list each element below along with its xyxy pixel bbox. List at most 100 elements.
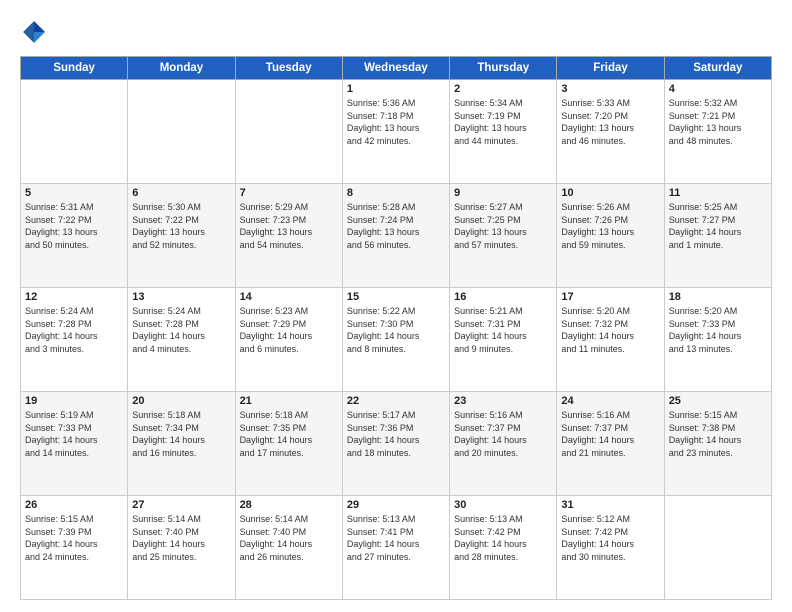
cell-info: Sunrise: 5:18 AMSunset: 7:34 PMDaylight:…	[132, 409, 230, 459]
calendar-cell	[21, 80, 128, 184]
calendar-cell: 13 Sunrise: 5:24 AMSunset: 7:28 PMDayligh…	[128, 288, 235, 392]
day-number: 21	[240, 395, 338, 407]
calendar-cell: 12 Sunrise: 5:24 AMSunset: 7:28 PMDayligh…	[21, 288, 128, 392]
day-number: 14	[240, 291, 338, 303]
cell-info: Sunrise: 5:30 AMSunset: 7:22 PMDaylight:…	[132, 201, 230, 251]
day-header-saturday: Saturday	[664, 57, 771, 80]
day-number: 26	[25, 499, 123, 511]
day-number: 1	[347, 83, 445, 95]
calendar-cell: 4 Sunrise: 5:32 AMSunset: 7:21 PMDaylight…	[664, 80, 771, 184]
day-number: 24	[561, 395, 659, 407]
day-header-thursday: Thursday	[450, 57, 557, 80]
cell-info: Sunrise: 5:16 AMSunset: 7:37 PMDaylight:…	[561, 409, 659, 459]
cell-info: Sunrise: 5:28 AMSunset: 7:24 PMDaylight:…	[347, 201, 445, 251]
week-row-5: 26 Sunrise: 5:15 AMSunset: 7:39 PMDayligh…	[21, 496, 772, 600]
calendar-cell: 22Sunrise: 5:17 AMSunset: 7:36 PMDayligh…	[342, 392, 449, 496]
day-number: 9	[454, 187, 552, 199]
calendar-cell: 7 Sunrise: 5:29 AMSunset: 7:23 PMDaylight…	[235, 184, 342, 288]
day-number: 19	[25, 395, 123, 407]
calendar-cell: 30 Sunrise: 5:13 AMSunset: 7:42 PMDayligh…	[450, 496, 557, 600]
day-number: 13	[132, 291, 230, 303]
day-number: 17	[561, 291, 659, 303]
week-row-3: 12 Sunrise: 5:24 AMSunset: 7:28 PMDayligh…	[21, 288, 772, 392]
cell-info: Sunrise: 5:29 AMSunset: 7:23 PMDaylight:…	[240, 201, 338, 251]
day-number: 15	[347, 291, 445, 303]
day-number: 16	[454, 291, 552, 303]
calendar-cell: 3 Sunrise: 5:33 AMSunset: 7:20 PMDaylight…	[557, 80, 664, 184]
day-header-tuesday: Tuesday	[235, 57, 342, 80]
cell-info: Sunrise: 5:18 AMSunset: 7:35 PMDaylight:…	[240, 409, 338, 459]
cell-info: Sunrise: 5:32 AMSunset: 7:21 PMDaylight:…	[669, 97, 767, 147]
day-number: 12	[25, 291, 123, 303]
calendar-cell: 21 Sunrise: 5:18 AMSunset: 7:35 PMDayligh…	[235, 392, 342, 496]
day-number: 31	[561, 499, 659, 511]
cell-info: Sunrise: 5:12 AMSunset: 7:42 PMDaylight:…	[561, 513, 659, 563]
calendar-cell: 18Sunrise: 5:20 AMSunset: 7:33 PMDayligh…	[664, 288, 771, 392]
calendar-cell: 2 Sunrise: 5:34 AMSunset: 7:19 PMDaylight…	[450, 80, 557, 184]
cell-info: Sunrise: 5:34 AMSunset: 7:19 PMDaylight:…	[454, 97, 552, 147]
calendar-cell	[235, 80, 342, 184]
calendar-cell: 15Sunrise: 5:22 AMSunset: 7:30 PMDayligh…	[342, 288, 449, 392]
day-header-friday: Friday	[557, 57, 664, 80]
week-row-2: 5 Sunrise: 5:31 AMSunset: 7:22 PMDaylight…	[21, 184, 772, 288]
cell-info: Sunrise: 5:20 AMSunset: 7:33 PMDaylight:…	[669, 305, 767, 355]
cell-info: Sunrise: 5:21 AMSunset: 7:31 PMDaylight:…	[454, 305, 552, 355]
day-number: 5	[25, 187, 123, 199]
cell-info: Sunrise: 5:33 AMSunset: 7:20 PMDaylight:…	[561, 97, 659, 147]
calendar-cell	[664, 496, 771, 600]
day-number: 20	[132, 395, 230, 407]
calendar-cell: 10Sunrise: 5:26 AMSunset: 7:26 PMDayligh…	[557, 184, 664, 288]
day-number: 30	[454, 499, 552, 511]
logo-icon	[20, 18, 48, 46]
cell-info: Sunrise: 5:20 AMSunset: 7:32 PMDaylight:…	[561, 305, 659, 355]
calendar-cell	[128, 80, 235, 184]
calendar-cell: 14 Sunrise: 5:23 AMSunset: 7:29 PMDayligh…	[235, 288, 342, 392]
day-number: 28	[240, 499, 338, 511]
calendar-cell: 27Sunrise: 5:14 AMSunset: 7:40 PMDayligh…	[128, 496, 235, 600]
calendar-cell: 17 Sunrise: 5:20 AMSunset: 7:32 PMDayligh…	[557, 288, 664, 392]
cell-info: Sunrise: 5:31 AMSunset: 7:22 PMDaylight:…	[25, 201, 123, 251]
cell-info: Sunrise: 5:27 AMSunset: 7:25 PMDaylight:…	[454, 201, 552, 251]
calendar-cell: 28 Sunrise: 5:14 AMSunset: 7:40 PMDayligh…	[235, 496, 342, 600]
day-header-monday: Monday	[128, 57, 235, 80]
day-number: 3	[561, 83, 659, 95]
calendar-cell: 24 Sunrise: 5:16 AMSunset: 7:37 PMDayligh…	[557, 392, 664, 496]
week-row-1: 1Sunrise: 5:36 AMSunset: 7:18 PMDaylight…	[21, 80, 772, 184]
cell-info: Sunrise: 5:13 AMSunset: 7:41 PMDaylight:…	[347, 513, 445, 563]
calendar-table: SundayMondayTuesdayWednesdayThursdayFrid…	[20, 56, 772, 600]
cell-info: Sunrise: 5:23 AMSunset: 7:29 PMDaylight:…	[240, 305, 338, 355]
cell-info: Sunrise: 5:14 AMSunset: 7:40 PMDaylight:…	[240, 513, 338, 563]
calendar-cell: 9 Sunrise: 5:27 AMSunset: 7:25 PMDaylight…	[450, 184, 557, 288]
day-header-wednesday: Wednesday	[342, 57, 449, 80]
cell-info: Sunrise: 5:24 AMSunset: 7:28 PMDaylight:…	[132, 305, 230, 355]
calendar-cell: 25 Sunrise: 5:15 AMSunset: 7:38 PMDayligh…	[664, 392, 771, 496]
calendar-cell: 29Sunrise: 5:13 AMSunset: 7:41 PMDayligh…	[342, 496, 449, 600]
cell-info: Sunrise: 5:15 AMSunset: 7:38 PMDaylight:…	[669, 409, 767, 459]
day-number: 7	[240, 187, 338, 199]
calendar-cell: 26 Sunrise: 5:15 AMSunset: 7:39 PMDayligh…	[21, 496, 128, 600]
cell-info: Sunrise: 5:16 AMSunset: 7:37 PMDaylight:…	[454, 409, 552, 459]
calendar-cell: 6 Sunrise: 5:30 AMSunset: 7:22 PMDaylight…	[128, 184, 235, 288]
calendar-cell: 20 Sunrise: 5:18 AMSunset: 7:34 PMDayligh…	[128, 392, 235, 496]
cell-info: Sunrise: 5:15 AMSunset: 7:39 PMDaylight:…	[25, 513, 123, 563]
logo	[20, 18, 52, 46]
day-number: 22	[347, 395, 445, 407]
calendar-cell: 19Sunrise: 5:19 AMSunset: 7:33 PMDayligh…	[21, 392, 128, 496]
cell-info: Sunrise: 5:24 AMSunset: 7:28 PMDaylight:…	[25, 305, 123, 355]
calendar-cell: 31 Sunrise: 5:12 AMSunset: 7:42 PMDayligh…	[557, 496, 664, 600]
day-number: 10	[561, 187, 659, 199]
day-number: 11	[669, 187, 767, 199]
day-number: 23	[454, 395, 552, 407]
calendar-cell: 5 Sunrise: 5:31 AMSunset: 7:22 PMDaylight…	[21, 184, 128, 288]
day-number: 25	[669, 395, 767, 407]
day-headers-row: SundayMondayTuesdayWednesdayThursdayFrid…	[21, 57, 772, 80]
cell-info: Sunrise: 5:13 AMSunset: 7:42 PMDaylight:…	[454, 513, 552, 563]
calendar-cell: 16 Sunrise: 5:21 AMSunset: 7:31 PMDayligh…	[450, 288, 557, 392]
day-number: 4	[669, 83, 767, 95]
calendar-cell: 8 Sunrise: 5:28 AMSunset: 7:24 PMDaylight…	[342, 184, 449, 288]
day-number: 8	[347, 187, 445, 199]
day-number: 6	[132, 187, 230, 199]
day-number: 2	[454, 83, 552, 95]
cell-info: Sunrise: 5:14 AMSunset: 7:40 PMDaylight:…	[132, 513, 230, 563]
page: SundayMondayTuesdayWednesdayThursdayFrid…	[0, 0, 792, 612]
